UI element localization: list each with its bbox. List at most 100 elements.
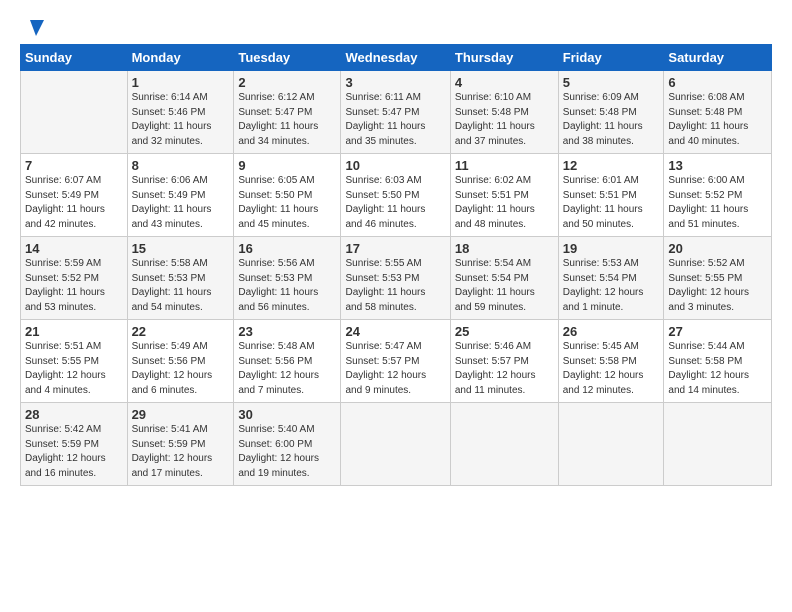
day-info: Sunrise: 6:00 AM Sunset: 5:52 PM Dayligh… — [668, 174, 767, 232]
day-info: Sunrise: 5:56 AM Sunset: 5:53 PM Dayligh… — [238, 257, 336, 315]
day-number: 3 — [345, 75, 445, 90]
calendar-cell: 9Sunrise: 6:05 AM Sunset: 5:50 PM Daylig… — [234, 154, 341, 237]
week-row-2: 14Sunrise: 5:59 AM Sunset: 5:52 PM Dayli… — [21, 237, 772, 320]
day-info: Sunrise: 6:10 AM Sunset: 5:48 PM Dayligh… — [455, 91, 554, 149]
day-info: Sunrise: 6:06 AM Sunset: 5:49 PM Dayligh… — [132, 174, 230, 232]
header — [20, 18, 772, 34]
day-number: 22 — [132, 324, 230, 339]
calendar-cell: 18Sunrise: 5:54 AM Sunset: 5:54 PM Dayli… — [450, 237, 558, 320]
day-info: Sunrise: 6:11 AM Sunset: 5:47 PM Dayligh… — [345, 91, 445, 149]
col-header-wednesday: Wednesday — [341, 45, 450, 71]
day-number: 23 — [238, 324, 336, 339]
day-number: 16 — [238, 241, 336, 256]
calendar-table: SundayMondayTuesdayWednesdayThursdayFrid… — [20, 44, 772, 486]
day-number: 2 — [238, 75, 336, 90]
calendar-cell: 17Sunrise: 5:55 AM Sunset: 5:53 PM Dayli… — [341, 237, 450, 320]
day-info: Sunrise: 6:08 AM Sunset: 5:48 PM Dayligh… — [668, 91, 767, 149]
col-header-thursday: Thursday — [450, 45, 558, 71]
day-info: Sunrise: 5:54 AM Sunset: 5:54 PM Dayligh… — [455, 257, 554, 315]
day-info: Sunrise: 5:48 AM Sunset: 5:56 PM Dayligh… — [238, 340, 336, 398]
calendar-cell: 2Sunrise: 6:12 AM Sunset: 5:47 PM Daylig… — [234, 71, 341, 154]
day-info: Sunrise: 5:52 AM Sunset: 5:55 PM Dayligh… — [668, 257, 767, 315]
day-number: 13 — [668, 158, 767, 173]
calendar-cell: 6Sunrise: 6:08 AM Sunset: 5:48 PM Daylig… — [664, 71, 772, 154]
day-info: Sunrise: 6:07 AM Sunset: 5:49 PM Dayligh… — [25, 174, 123, 232]
calendar-cell: 11Sunrise: 6:02 AM Sunset: 5:51 PM Dayli… — [450, 154, 558, 237]
day-info: Sunrise: 5:51 AM Sunset: 5:55 PM Dayligh… — [25, 340, 123, 398]
col-header-sunday: Sunday — [21, 45, 128, 71]
day-number: 20 — [668, 241, 767, 256]
logo — [20, 18, 44, 34]
day-info: Sunrise: 6:12 AM Sunset: 5:47 PM Dayligh… — [238, 91, 336, 149]
calendar-cell: 8Sunrise: 6:06 AM Sunset: 5:49 PM Daylig… — [127, 154, 234, 237]
calendar-cell: 21Sunrise: 5:51 AM Sunset: 5:55 PM Dayli… — [21, 320, 128, 403]
calendar-cell: 7Sunrise: 6:07 AM Sunset: 5:49 PM Daylig… — [21, 154, 128, 237]
day-info: Sunrise: 6:14 AM Sunset: 5:46 PM Dayligh… — [132, 91, 230, 149]
calendar-cell — [450, 403, 558, 486]
day-number: 4 — [455, 75, 554, 90]
day-number: 15 — [132, 241, 230, 256]
calendar-cell: 23Sunrise: 5:48 AM Sunset: 5:56 PM Dayli… — [234, 320, 341, 403]
day-number: 21 — [25, 324, 123, 339]
day-number: 10 — [345, 158, 445, 173]
day-number: 14 — [25, 241, 123, 256]
day-info: Sunrise: 5:53 AM Sunset: 5:54 PM Dayligh… — [563, 257, 660, 315]
calendar-cell: 24Sunrise: 5:47 AM Sunset: 5:57 PM Dayli… — [341, 320, 450, 403]
day-info: Sunrise: 5:58 AM Sunset: 5:53 PM Dayligh… — [132, 257, 230, 315]
calendar-cell: 16Sunrise: 5:56 AM Sunset: 5:53 PM Dayli… — [234, 237, 341, 320]
day-info: Sunrise: 6:09 AM Sunset: 5:48 PM Dayligh… — [563, 91, 660, 149]
calendar-cell: 13Sunrise: 6:00 AM Sunset: 5:52 PM Dayli… — [664, 154, 772, 237]
calendar-cell — [341, 403, 450, 486]
calendar-cell: 15Sunrise: 5:58 AM Sunset: 5:53 PM Dayli… — [127, 237, 234, 320]
calendar-cell: 27Sunrise: 5:44 AM Sunset: 5:58 PM Dayli… — [664, 320, 772, 403]
logo-icon — [22, 18, 44, 36]
day-info: Sunrise: 5:55 AM Sunset: 5:53 PM Dayligh… — [345, 257, 445, 315]
day-info: Sunrise: 5:59 AM Sunset: 5:52 PM Dayligh… — [25, 257, 123, 315]
calendar-cell: 19Sunrise: 5:53 AM Sunset: 5:54 PM Dayli… — [558, 237, 664, 320]
day-info: Sunrise: 5:42 AM Sunset: 5:59 PM Dayligh… — [25, 423, 123, 481]
day-info: Sunrise: 5:47 AM Sunset: 5:57 PM Dayligh… — [345, 340, 445, 398]
day-number: 19 — [563, 241, 660, 256]
day-number: 12 — [563, 158, 660, 173]
col-header-saturday: Saturday — [664, 45, 772, 71]
day-info: Sunrise: 5:49 AM Sunset: 5:56 PM Dayligh… — [132, 340, 230, 398]
day-number: 25 — [455, 324, 554, 339]
page: SundayMondayTuesdayWednesdayThursdayFrid… — [0, 0, 792, 496]
calendar-cell: 12Sunrise: 6:01 AM Sunset: 5:51 PM Dayli… — [558, 154, 664, 237]
day-number: 26 — [563, 324, 660, 339]
week-row-0: 1Sunrise: 6:14 AM Sunset: 5:46 PM Daylig… — [21, 71, 772, 154]
day-number: 6 — [668, 75, 767, 90]
day-number: 27 — [668, 324, 767, 339]
day-info: Sunrise: 6:03 AM Sunset: 5:50 PM Dayligh… — [345, 174, 445, 232]
calendar-cell: 1Sunrise: 6:14 AM Sunset: 5:46 PM Daylig… — [127, 71, 234, 154]
day-info: Sunrise: 6:01 AM Sunset: 5:51 PM Dayligh… — [563, 174, 660, 232]
day-number: 29 — [132, 407, 230, 422]
calendar-cell: 26Sunrise: 5:45 AM Sunset: 5:58 PM Dayli… — [558, 320, 664, 403]
calendar-cell — [558, 403, 664, 486]
week-row-1: 7Sunrise: 6:07 AM Sunset: 5:49 PM Daylig… — [21, 154, 772, 237]
day-number: 11 — [455, 158, 554, 173]
col-header-monday: Monday — [127, 45, 234, 71]
calendar-cell: 14Sunrise: 5:59 AM Sunset: 5:52 PM Dayli… — [21, 237, 128, 320]
calendar-cell: 29Sunrise: 5:41 AM Sunset: 5:59 PM Dayli… — [127, 403, 234, 486]
day-info: Sunrise: 5:44 AM Sunset: 5:58 PM Dayligh… — [668, 340, 767, 398]
day-number: 24 — [345, 324, 445, 339]
day-info: Sunrise: 6:02 AM Sunset: 5:51 PM Dayligh… — [455, 174, 554, 232]
week-row-3: 21Sunrise: 5:51 AM Sunset: 5:55 PM Dayli… — [21, 320, 772, 403]
day-number: 8 — [132, 158, 230, 173]
calendar-cell: 22Sunrise: 5:49 AM Sunset: 5:56 PM Dayli… — [127, 320, 234, 403]
col-header-friday: Friday — [558, 45, 664, 71]
day-info: Sunrise: 5:46 AM Sunset: 5:57 PM Dayligh… — [455, 340, 554, 398]
calendar-cell: 3Sunrise: 6:11 AM Sunset: 5:47 PM Daylig… — [341, 71, 450, 154]
calendar-cell: 30Sunrise: 5:40 AM Sunset: 6:00 PM Dayli… — [234, 403, 341, 486]
day-number: 9 — [238, 158, 336, 173]
day-number: 7 — [25, 158, 123, 173]
calendar-cell: 20Sunrise: 5:52 AM Sunset: 5:55 PM Dayli… — [664, 237, 772, 320]
calendar-header-row: SundayMondayTuesdayWednesdayThursdayFrid… — [21, 45, 772, 71]
day-info: Sunrise: 6:05 AM Sunset: 5:50 PM Dayligh… — [238, 174, 336, 232]
calendar-cell: 28Sunrise: 5:42 AM Sunset: 5:59 PM Dayli… — [21, 403, 128, 486]
day-info: Sunrise: 5:41 AM Sunset: 5:59 PM Dayligh… — [132, 423, 230, 481]
day-number: 5 — [563, 75, 660, 90]
calendar-cell: 5Sunrise: 6:09 AM Sunset: 5:48 PM Daylig… — [558, 71, 664, 154]
calendar-cell: 10Sunrise: 6:03 AM Sunset: 5:50 PM Dayli… — [341, 154, 450, 237]
